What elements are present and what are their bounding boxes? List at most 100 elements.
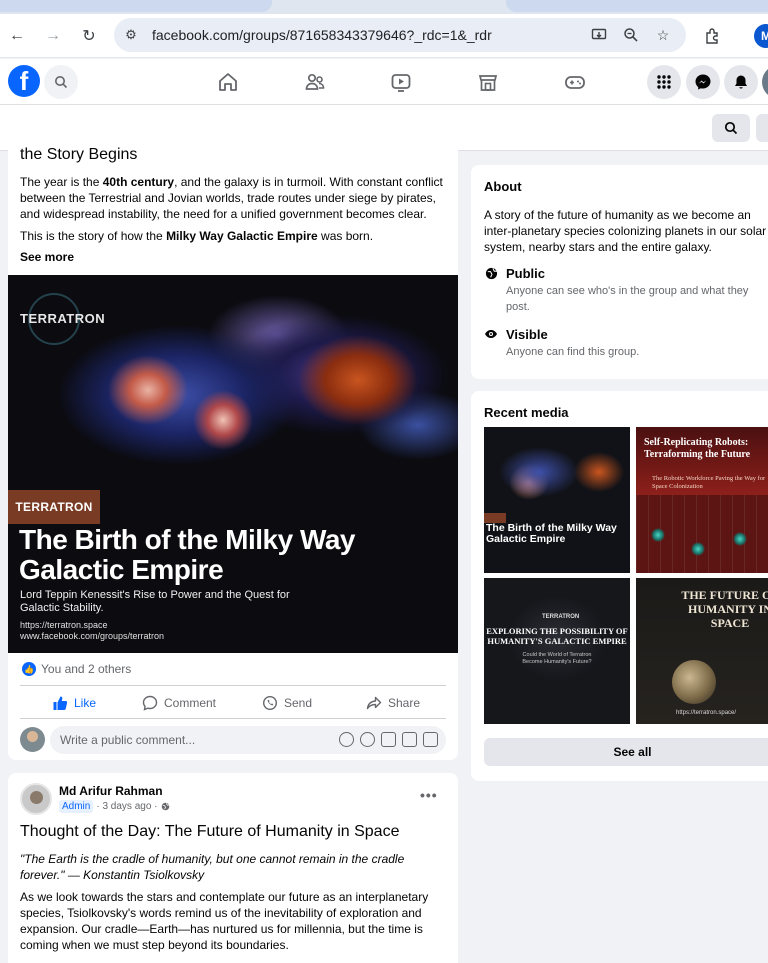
extensions-icon[interactable] — [702, 25, 724, 47]
globe-icon — [484, 266, 498, 280]
marketplace-icon[interactable] — [477, 71, 499, 93]
home-icon[interactable] — [217, 71, 239, 93]
emoji-icon[interactable] — [360, 732, 375, 747]
about-heading: About — [484, 179, 522, 194]
gif-icon[interactable] — [402, 732, 417, 747]
search-icon[interactable] — [44, 65, 78, 99]
visibility-title: Visible — [506, 327, 548, 342]
admin-badge: Admin — [59, 800, 94, 813]
video-icon[interactable] — [390, 71, 412, 93]
visibility-text: Anyone can find this group. — [506, 346, 640, 358]
divider — [20, 685, 446, 686]
post-options-icon[interactable]: ••• — [420, 787, 438, 803]
post-image[interactable]: TERRATRON TERRATRON The Birth of the Mil… — [8, 275, 458, 653]
terratron-logo-text: TERRATRON — [20, 311, 106, 326]
author-name[interactable]: Md Arifur Rahman — [59, 784, 163, 798]
site-settings-icon[interactable]: ⚙ — [122, 26, 140, 44]
post-card: the Story Begins The year is the 40th ce… — [8, 140, 458, 760]
privacy-title: Public — [506, 266, 546, 281]
comment-input[interactable]: Write a public comment... — [50, 726, 446, 754]
post-paragraph: This is the story of how the Milky Way G… — [20, 229, 374, 243]
comment-tools — [339, 732, 438, 747]
share-arrow-icon — [366, 696, 382, 710]
account-avatar[interactable] — [762, 65, 768, 99]
browser-tab[interactable] — [0, 0, 272, 12]
share-label: Share — [388, 696, 421, 710]
address-bar[interactable]: ⚙ facebook.com/groups/871658343379646?_r… — [114, 18, 686, 52]
thumbs-up-icon — [53, 696, 68, 710]
commenter-avatar[interactable] — [20, 727, 45, 752]
menu-grid-icon[interactable] — [647, 65, 681, 99]
gaming-icon[interactable] — [564, 71, 586, 93]
media-thumbnail[interactable]: THE FUTURE OF HUMANITY IN SPACE https://… — [636, 578, 768, 724]
like-label: Like — [74, 696, 97, 710]
thumbnail-url: https://terratron.space/ — [676, 710, 737, 716]
post-time[interactable]: · 3 days ago · — [96, 801, 157, 812]
comment-placeholder: Write a public comment... — [60, 733, 196, 747]
install-app-icon[interactable] — [590, 26, 608, 44]
image-headline: The Birth of the Milky Way Galactic Empi… — [19, 524, 356, 585]
media-thumbnail[interactable]: Self-Replicating Robots: Terraforming th… — [636, 427, 768, 573]
profile-avatar[interactable]: M — [754, 24, 768, 48]
comment-button[interactable]: Comment — [142, 692, 216, 714]
reaction-count-text: You and 2 others — [41, 662, 132, 676]
about-card: About A story of the future of humanity … — [471, 165, 768, 379]
facebook-logo-icon[interactable]: f — [8, 65, 40, 97]
zoom-icon[interactable] — [622, 26, 640, 44]
whatsapp-send-icon — [262, 695, 278, 711]
terratron-tag: TERRATRON — [8, 490, 100, 524]
see-more-link[interactable]: See more — [20, 250, 74, 264]
camera-icon[interactable] — [381, 732, 396, 747]
reload-icon[interactable]: ↻ — [78, 25, 100, 47]
url-text[interactable]: facebook.com/groups/871658343379646?_rdc… — [152, 27, 492, 43]
see-all-button[interactable]: See all — [484, 738, 768, 766]
divider — [20, 718, 446, 719]
browser-tab[interactable] — [506, 0, 768, 12]
image-subtitle: Lord Teppin Kenessit's Rise to Power and… — [20, 589, 290, 614]
groups-icon[interactable] — [304, 71, 326, 93]
avatar-sticker-icon[interactable] — [339, 732, 354, 747]
sticker-icon[interactable] — [423, 732, 438, 747]
globe-icon — [161, 802, 169, 811]
forward-icon[interactable]: → — [42, 25, 64, 47]
post-title: the Story Begins — [20, 146, 138, 163]
recent-media-heading: Recent media — [484, 405, 569, 420]
back-icon[interactable]: ← — [6, 25, 28, 47]
image-url: www.facebook.com/groups/terratron — [20, 631, 165, 641]
thumbnail-headline: The Birth of the Milky Way Galactic Empi… — [486, 522, 617, 545]
about-description: A story of the future of humanity as we … — [484, 208, 767, 254]
post-title: Thought of the Day: The Future of Humani… — [20, 823, 400, 840]
thumbnail-headline: EXPLORING THE POSSIBILITY OF HUMANITY'S … — [486, 626, 628, 646]
eye-icon — [484, 327, 498, 341]
send-button[interactable]: Send — [262, 692, 312, 714]
group-more-button[interactable] — [756, 114, 768, 142]
robot-field-artwork — [636, 495, 768, 573]
post-quote: "The Earth is the cradle of humanity, bu… — [20, 852, 405, 882]
media-thumbnail[interactable]: TERRATRON EXPLORING THE POSSIBILITY OF H… — [484, 578, 630, 724]
share-button[interactable]: Share — [366, 692, 420, 714]
browser-tab-strip — [0, 0, 768, 14]
media-thumbnail[interactable]: The Birth of the Milky Way Galactic Empi… — [484, 427, 630, 573]
post-paragraph: The year is the 40th century, and the ga… — [20, 175, 443, 221]
thumbnail-logo: TERRATRON — [542, 614, 580, 620]
comment-label: Comment — [164, 696, 217, 710]
post-paragraph: As we look towards the stars and contemp… — [20, 890, 429, 952]
thumbnail-headline: THE FUTURE OF HUMANITY IN SPACE — [681, 588, 768, 630]
bookmark-star-icon[interactable]: ☆ — [654, 26, 672, 44]
notifications-bell-icon[interactable] — [724, 65, 758, 99]
thumbnail-headline: Self-Replicating Robots: Terraforming th… — [644, 437, 751, 460]
privacy-text: Anyone can see who's in the group and wh… — [506, 285, 749, 313]
post-card: Md Arifur Rahman Admin · 3 days ago · ••… — [8, 773, 458, 963]
comment-icon — [142, 695, 158, 711]
like-reaction-icon: 👍 — [22, 662, 36, 676]
recent-media-card: Recent media The Birth of the Milky Way … — [471, 391, 768, 781]
like-button[interactable]: Like — [52, 692, 96, 714]
group-search-icon[interactable] — [712, 114, 750, 142]
browser-toolbar: ← → ↻ ⚙ facebook.com/groups/871658343379… — [0, 14, 768, 58]
image-url: https://terratron.space — [20, 620, 108, 630]
messenger-icon[interactable] — [686, 65, 720, 99]
post-meta: Admin · 3 days ago · — [59, 800, 170, 813]
author-avatar[interactable] — [20, 783, 52, 815]
reaction-summary[interactable]: 👍 You and 2 others — [22, 662, 131, 676]
facebook-top-nav: f — [0, 59, 768, 105]
